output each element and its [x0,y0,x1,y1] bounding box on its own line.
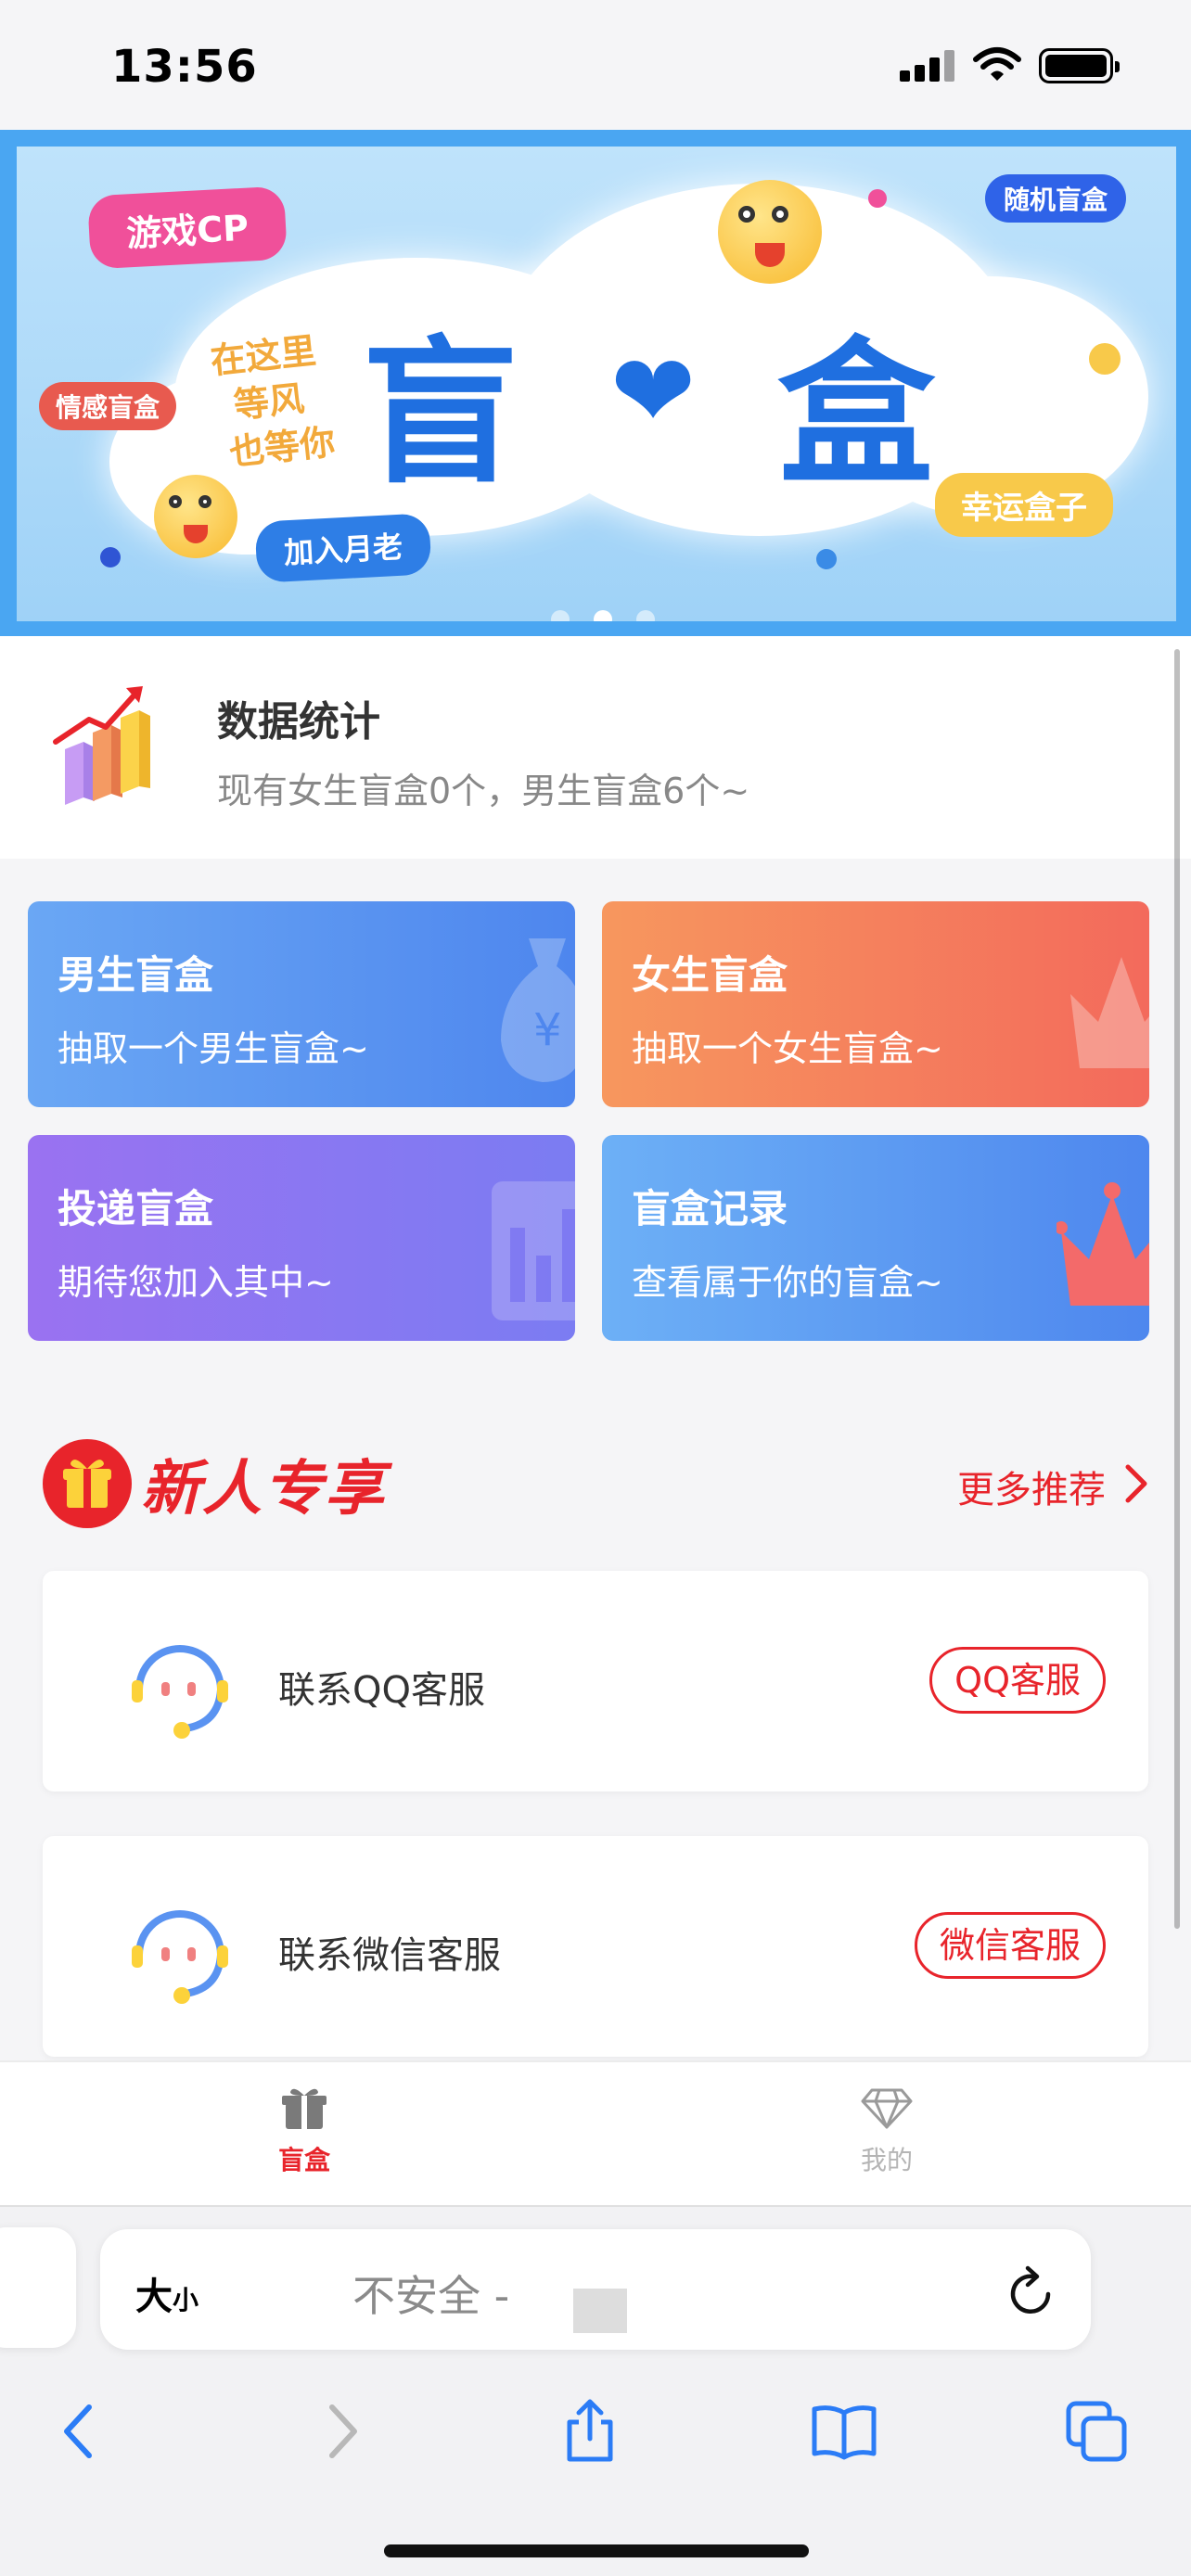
qq-service-button[interactable]: QQ客服 [929,1647,1106,1714]
records-card[interactable]: 盲盒记录 查看属于你的盲盒~ [602,1135,1149,1341]
status-bar: 13:56 [0,0,1191,130]
gift-icon [43,1439,132,1528]
card-subtitle: 查看属于你的盲盒~ [632,1262,943,1303]
smiley-face-icon [718,180,822,284]
banner-handwriting: 在这里 等风 也等你 [209,326,338,477]
banner-image[interactable]: 游戏CP 情感盲盒 随机盲盒 加入月老 幸运盒子 在这里 等风 也等你 盲 ❤ … [17,147,1176,621]
service-label: 联系微信客服 [278,1934,501,1977]
pager-dot[interactable] [636,610,655,621]
service-label: 联系QQ客服 [278,1669,485,1712]
card-title: 投递盲盒 [58,1186,214,1231]
section-title: 新人专享 [141,1455,386,1524]
card-subtitle: 期待您加入其中~ [58,1262,334,1303]
text-size-button[interactable]: 大小 [135,2266,198,2320]
card-title: 盲盒记录 [632,1186,788,1231]
crown-icon [1070,957,1149,1068]
decorative-dot [1089,343,1121,375]
forward-icon[interactable] [308,2398,375,2465]
status-time: 13:56 [111,41,258,93]
tab-blind-box[interactable]: 盲盒 [211,2085,397,2177]
tag-random-box: 随机盲盒 [985,174,1127,223]
tag-emotion-box: 情感盲盒 [39,382,177,430]
more-recommend-link[interactable]: 更多推荐 [957,1460,1106,1513]
browser-toolbar: 大小 不安全 - [0,2205,1191,2576]
battery-icon [1039,48,1120,83]
address-bar[interactable]: 大小 不安全 - [100,2229,1091,2350]
carousel-pager [551,610,655,621]
chart-bars-icon [492,1181,575,1320]
wechat-service-row[interactable]: 联系微信客服 微信客服 [43,1836,1148,2057]
text-size-big: 大 [135,2276,173,2318]
customer-service-icon [132,1910,228,2004]
decorative-dot [816,549,837,569]
tag-lucky-box: 幸运盒子 [935,473,1113,537]
previous-tab-preview[interactable] [0,2227,76,2348]
boy-box-card[interactable]: 男生盲盒 抽取一个男生盲盒~ ¥ [28,901,575,1107]
tag-game-cp: 游戏CP [87,185,288,270]
bookmarks-icon[interactable] [811,2398,877,2465]
url-redacted [573,2289,627,2333]
cellular-signal-icon [900,50,957,82]
banner-title-right: 盒 [777,323,945,506]
bar-chart-icon [53,686,150,805]
tab-mine[interactable]: 我的 [794,2085,980,2177]
tab-label: 盲盒 [277,2145,330,2175]
bottom-tab-bar: 盲盒 我的 [0,2060,1191,2205]
stats-subtitle: 现有女生盲盒0个，男生盲盒6个~ [217,771,750,811]
crown-icon [1057,1182,1149,1306]
tabs-icon[interactable] [1063,2398,1130,2465]
back-icon[interactable] [46,2398,113,2465]
money-bag-icon: ¥ [501,938,575,1082]
wechat-service-button[interactable]: 微信客服 [914,1912,1106,1979]
svg-text:¥: ¥ [533,1004,562,1056]
card-subtitle: 抽取一个男生盲盒~ [58,1028,369,1069]
qq-service-row[interactable]: 联系QQ客服 QQ客服 [43,1571,1148,1792]
text-size-small: 小 [173,2285,199,2315]
gift-tab-icon [282,2088,327,2129]
browser-nav-row [0,2366,1191,2487]
heart-icon: ❤ [610,332,697,451]
stats-panel: 数据统计 现有女生盲盒0个，男生盲盒6个~ [0,636,1191,859]
girl-box-card[interactable]: 女生盲盒 抽取一个女生盲盒~ [602,901,1149,1107]
smiley-face-icon [154,475,237,558]
tab-label: 我的 [860,2145,913,2175]
wifi-icon [973,47,1021,81]
tag-join: 加入月老 [254,513,432,583]
post-box-card[interactable]: 投递盲盒 期待您加入其中~ [28,1135,575,1341]
banner-carousel[interactable]: 游戏CP 情感盲盒 随机盲盒 加入月老 幸运盒子 在这里 等风 也等你 盲 ❤ … [0,130,1191,636]
card-title: 男生盲盒 [58,952,214,998]
scrollbar[interactable] [1174,649,1180,1929]
card-subtitle: 抽取一个女生盲盒~ [632,1028,943,1069]
chevron-right-icon[interactable] [1124,1463,1148,1504]
share-icon[interactable] [557,2398,623,2465]
pager-dot-active[interactable] [594,610,612,621]
decorative-dot [868,189,887,208]
stats-title: 数据统计 [217,698,380,746]
banner-title-left: 盲 [362,323,530,506]
reload-icon[interactable] [1005,2263,1057,2318]
decorative-dot [100,547,121,567]
pager-dot[interactable] [551,610,570,621]
url-text[interactable]: 不安全 - [352,2263,509,2324]
card-title: 女生盲盒 [632,952,788,998]
customer-service-icon [132,1645,228,1739]
home-indicator [384,2544,809,2557]
diamond-icon [861,2088,913,2129]
